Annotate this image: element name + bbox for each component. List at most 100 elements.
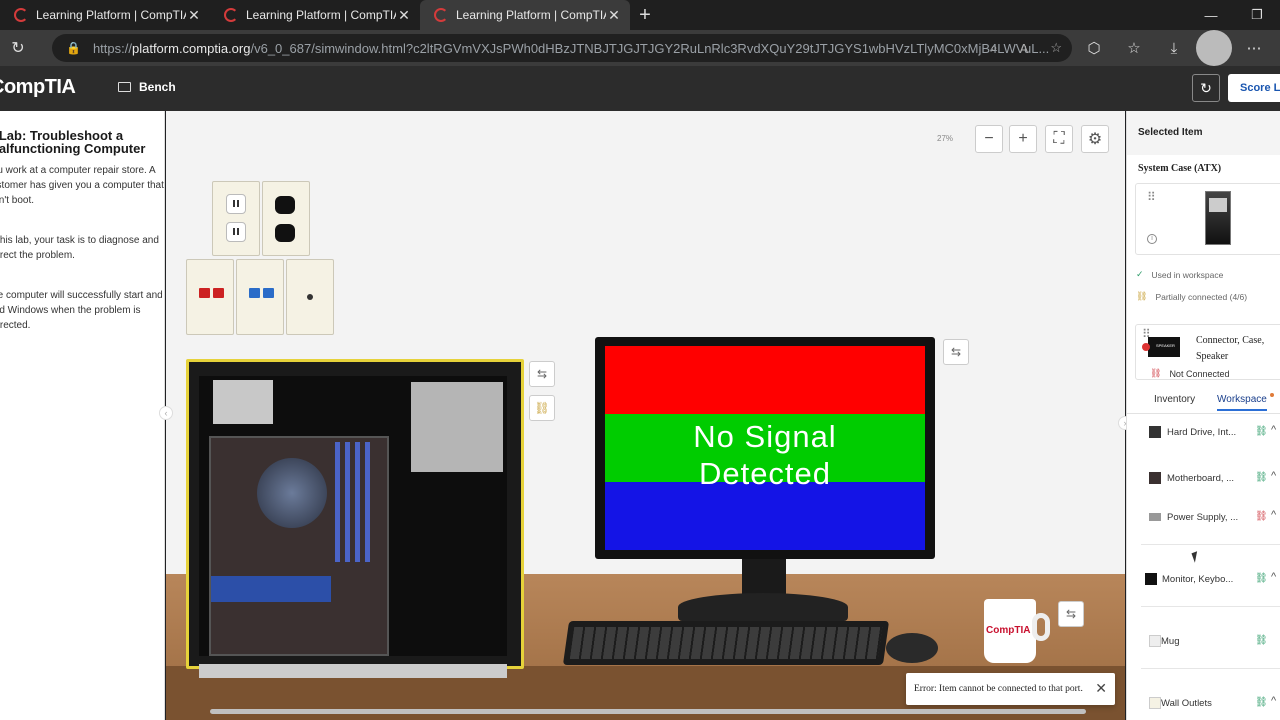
- monitor-stand-neck: [742, 559, 786, 595]
- mouse[interactable]: [886, 633, 938, 663]
- favorites-icon[interactable]: ☆: [1116, 30, 1152, 66]
- fullscreen-button[interactable]: ⛶: [1045, 125, 1073, 153]
- profile-icon[interactable]: [1196, 30, 1232, 66]
- close-toast-icon[interactable]: ✕: [1095, 681, 1107, 698]
- extensions-icon[interactable]: ⬡: [1076, 30, 1112, 66]
- error-toast: Error: Item cannot be connected to that …: [906, 673, 1115, 705]
- browser-tab-1[interactable]: Learning Platform | CompTIA ✕: [0, 0, 210, 30]
- checkmark-icon: ✓: [1136, 269, 1144, 279]
- window-controls: — ❐: [1188, 0, 1280, 30]
- network-wall-plate[interactable]: [236, 259, 284, 335]
- item-label: Power Supply, ...: [1167, 512, 1239, 523]
- collapse-left-panel-icon[interactable]: ‹: [159, 406, 173, 420]
- reset-lab-button[interactable]: ↻: [1192, 74, 1220, 102]
- url-field[interactable]: 🔒 https://platform.comptia.org/v6_0_687/…: [52, 34, 1072, 62]
- close-tab-icon[interactable]: ✕: [606, 7, 622, 24]
- rotate-case-button[interactable]: ⇆: [529, 361, 555, 387]
- list-item[interactable]: Hard Drive, Int... ⛓ ^: [1127, 416, 1280, 456]
- cpu-cooler[interactable]: [257, 458, 327, 528]
- outlet-socket[interactable]: [226, 194, 246, 214]
- url-scheme: https://: [92, 40, 132, 56]
- workspace-scrollbar[interactable]: [210, 709, 1086, 714]
- drive-bays[interactable]: [411, 382, 503, 472]
- lab-paragraph: The computer will successfully start and…: [0, 290, 163, 331]
- chevron-up-icon[interactable]: ^: [1271, 509, 1276, 521]
- zoom-out-button[interactable]: −: [975, 125, 1003, 153]
- keyboard[interactable]: [562, 621, 890, 665]
- tab-workspace[interactable]: Workspace: [1217, 394, 1267, 411]
- tab-inventory[interactable]: Inventory: [1154, 394, 1195, 405]
- lock-icon[interactable]: 🔒: [66, 41, 81, 55]
- favorite-star-icon[interactable]: ☆: [1050, 40, 1062, 56]
- chevron-up-icon[interactable]: ^: [1271, 695, 1276, 707]
- minimize-icon[interactable]: —: [1188, 0, 1234, 30]
- more-menu-icon[interactable]: ⋯: [1236, 30, 1272, 66]
- drag-handle-icon[interactable]: ⠿: [1147, 190, 1156, 204]
- network-jack[interactable]: [263, 288, 274, 298]
- hard-drive-thumbnail: [1149, 426, 1161, 438]
- chevron-up-icon[interactable]: ^: [1271, 571, 1276, 583]
- comptia-favicon-icon: [14, 8, 28, 22]
- selected-item-card[interactable]: ⠿ i: [1135, 183, 1280, 255]
- system-case[interactable]: [186, 359, 524, 678]
- zoom-in-button[interactable]: +: [1009, 125, 1037, 153]
- bench-workspace[interactable]: 27% − + ⛶ ⚙ ⇆ ⛓ No Signal Detected ⇆ Com…: [166, 111, 1125, 720]
- browser-tab-bar: Learning Platform | CompTIA ✕ Learning P…: [0, 0, 1280, 30]
- info-icon[interactable]: i: [1147, 234, 1157, 244]
- chevron-up-icon[interactable]: ^: [1271, 424, 1276, 436]
- power-outlet[interactable]: [212, 181, 260, 256]
- power-supply[interactable]: [213, 380, 273, 424]
- zoom-icon[interactable]: ⌕: [990, 40, 997, 56]
- list-item[interactable]: Monitor, Keybo... ⛓ ^: [1127, 557, 1280, 597]
- close-tab-icon[interactable]: ✕: [186, 7, 202, 24]
- browser-tab-3[interactable]: Learning Platform | CompTIA ✕: [420, 0, 630, 30]
- memory-slot[interactable]: [365, 442, 370, 562]
- list-item[interactable]: Mug ⛓: [1127, 619, 1280, 659]
- rotate-monitor-button[interactable]: ⇆: [943, 339, 969, 365]
- app-header: CompTIA Bench ↻ Score Lab: [0, 66, 1280, 111]
- avatar: [1196, 30, 1232, 66]
- power-plug[interactable]: [275, 224, 295, 242]
- wall-outlet-thumbnail: [1149, 697, 1161, 709]
- memory-slot[interactable]: [335, 442, 340, 562]
- chevron-up-icon[interactable]: ^: [1271, 470, 1276, 482]
- network-jack[interactable]: [249, 288, 260, 298]
- power-outlet-used[interactable]: [262, 181, 310, 256]
- browser-tab-2[interactable]: Learning Platform | CompTIA ✕: [210, 0, 420, 30]
- used-label: Used in workspace: [1151, 269, 1224, 280]
- expansion-card[interactable]: [211, 576, 331, 602]
- network-wall-plate[interactable]: [186, 259, 234, 335]
- reload-icon[interactable]: ↻: [0, 30, 36, 66]
- power-supply-thumbnail: [1149, 513, 1161, 521]
- mug[interactable]: CompTIA: [984, 599, 1050, 663]
- downloads-icon[interactable]: ⤓: [1156, 30, 1192, 66]
- mug-thumbnail: [1149, 635, 1161, 647]
- coax-wall-plate[interactable]: [286, 259, 334, 335]
- list-item[interactable]: Wall Outlets ⛓ ^: [1127, 681, 1280, 720]
- list-item[interactable]: Motherboard, ... ⛓ ^: [1127, 456, 1280, 496]
- list-item[interactable]: Power Supply, ... ⛓ ^: [1127, 495, 1280, 535]
- partial-label: Partially connected (4/6): [1155, 291, 1248, 302]
- connector-card[interactable]: ⠿ SPEAKER Connector, Case, Speaker ⛓ Not…: [1135, 324, 1280, 380]
- read-aloud-icon[interactable]: A: [1020, 41, 1029, 56]
- rotate-mug-button[interactable]: ⇆: [1058, 601, 1084, 627]
- tab-title: Learning Platform | CompTIA: [456, 8, 606, 22]
- power-plug[interactable]: [275, 196, 295, 214]
- memory-slot[interactable]: [355, 442, 360, 562]
- disconnect-case-icon[interactable]: ⛓: [529, 395, 555, 421]
- memory-slot[interactable]: [345, 442, 350, 562]
- coax-jack[interactable]: [307, 294, 313, 300]
- outlet-socket[interactable]: [226, 222, 246, 242]
- bench-tab[interactable]: Bench: [118, 80, 176, 94]
- close-tab-icon[interactable]: ✕: [396, 7, 412, 24]
- url-path: /v6_0_687/simwindow.html?c2ltRGVmVXJsPWh…: [250, 40, 1050, 56]
- maximize-icon[interactable]: ❐: [1234, 0, 1280, 30]
- score-lab-button[interactable]: Score Lab: [1228, 74, 1280, 102]
- divider: [1141, 606, 1280, 607]
- network-jack[interactable]: [213, 288, 224, 298]
- monitor[interactable]: No Signal Detected: [595, 337, 935, 559]
- connected-link-icon: ⛓: [1255, 426, 1268, 437]
- network-jack[interactable]: [199, 288, 210, 298]
- new-tab-icon[interactable]: +: [630, 0, 660, 30]
- settings-button[interactable]: ⚙: [1081, 125, 1109, 153]
